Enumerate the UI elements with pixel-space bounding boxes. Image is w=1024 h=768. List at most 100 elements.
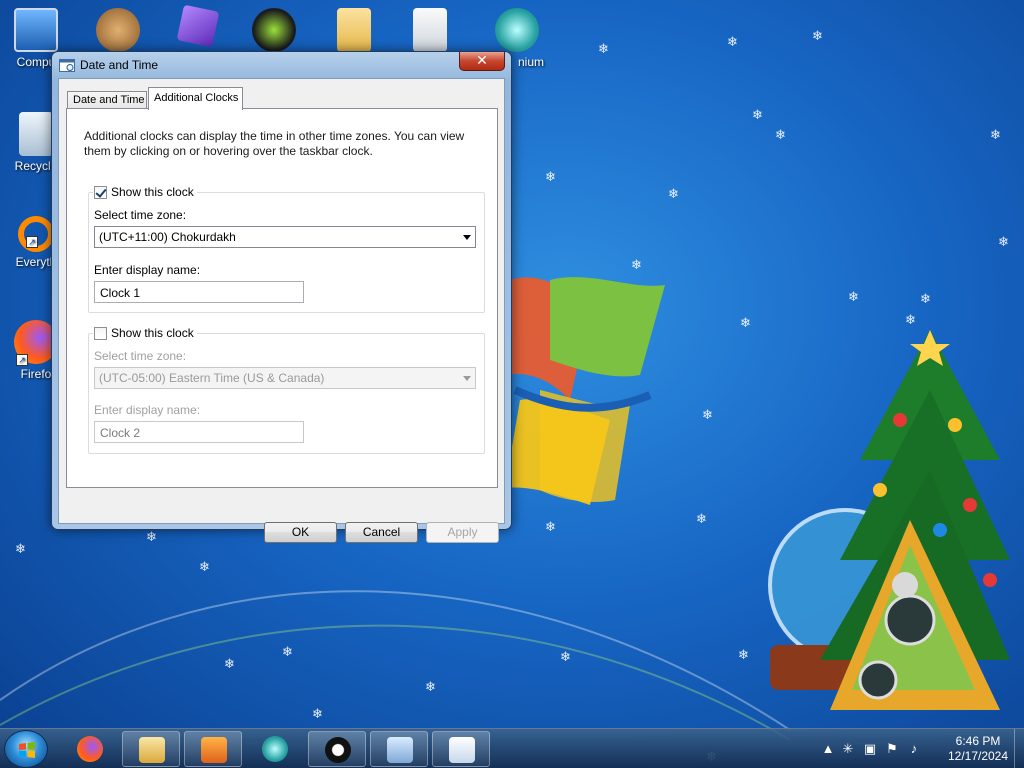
start-button[interactable] <box>4 730 48 768</box>
snowflake: ❄ <box>848 289 859 304</box>
desktop-icon-label: nium <box>517 55 544 69</box>
snowflake: ❄ <box>146 529 157 544</box>
snowflake: ❄ <box>631 257 642 272</box>
clock2-timezone-select[interactable]: (UTC-05:00) Eastern Time (US & Canada) <box>94 367 476 389</box>
clock-date: 12/17/2024 <box>947 749 1009 763</box>
snowflake: ❄ <box>990 127 1001 142</box>
clock1-timezone-select[interactable]: (UTC+11:00) Chokurdakh <box>94 226 476 248</box>
apply-button[interactable]: Apply <box>426 522 499 543</box>
taskbar-ble-tool[interactable] <box>308 731 366 767</box>
desktop-icon-settings[interactable] <box>398 4 462 55</box>
desktop-icon-game[interactable] <box>86 4 150 55</box>
clock2-timezone-label: Select time zone: <box>94 349 187 363</box>
date-time-icon <box>59 59 75 72</box>
calendar-clock-icon <box>449 737 475 763</box>
snowflake: ❄ <box>812 28 823 43</box>
snowflake: ❄ <box>15 541 26 556</box>
taskbar: ▲ ✳ ▣ ⚑ ♪ 6:46 PM 12/17/2024 <box>0 728 1024 768</box>
snowflake: ❄ <box>224 656 235 671</box>
taskbar-chromium[interactable] <box>246 731 304 767</box>
system-tray: ▲ ✳ ▣ ⚑ ♪ 6:46 PM 12/17/2024 <box>814 729 1024 768</box>
clock1-timezone-label: Select time zone: <box>94 208 187 222</box>
network-tray-icon[interactable]: ▣ <box>862 741 878 757</box>
taskbar-clock[interactable]: 6:46 PM 12/17/2024 <box>942 734 1014 764</box>
snowflake: ❄ <box>775 127 786 142</box>
taskbar-firefox[interactable] <box>61 731 119 767</box>
shortcut-arrow-icon: ↗ <box>26 236 38 248</box>
everything-search-icon: ↗ <box>18 216 54 252</box>
clock1-show-toggle[interactable]: Show this clock <box>93 185 197 199</box>
date-time-dialog: Date and Time ✕ Date and Time Additional… <box>51 51 512 543</box>
dialog-title: Date and Time <box>80 58 159 72</box>
clock-time: 6:46 PM <box>955 734 1001 748</box>
show-desktop-button[interactable] <box>1014 729 1024 768</box>
taskbar-media-player[interactable] <box>184 731 242 767</box>
snowflake: ❄ <box>727 34 738 49</box>
snowflake: ❄ <box>738 647 749 662</box>
folder-icon <box>337 8 371 52</box>
monkey-icon <box>96 8 140 52</box>
snowflake-tray-icon[interactable]: ✳ <box>840 741 856 757</box>
snowflake: ❄ <box>545 169 556 184</box>
snowflake: ❄ <box>752 107 763 122</box>
taskbar-network-tool[interactable] <box>370 731 428 767</box>
clock1-timezone-value: (UTC+11:00) Chokurdakh <box>99 230 236 244</box>
intro-text: Additional clocks can display the time i… <box>84 129 465 158</box>
desktop-icon-label: Firefo <box>20 367 52 381</box>
windows-logo-wallpaper <box>500 277 665 505</box>
tab-additional-clocks[interactable]: Additional Clocks <box>148 87 243 110</box>
folder-icon <box>139 737 165 763</box>
christmas-tree-wallpaper <box>768 330 1010 710</box>
computer-icon <box>14 8 58 52</box>
close-button[interactable]: ✕ <box>459 52 505 71</box>
desktop-icon-label: Compu <box>16 55 56 69</box>
clock2-checkbox[interactable] <box>94 326 107 340</box>
action-center-flag-icon[interactable]: ⚑ <box>884 741 900 757</box>
clock2-group: Show this clock Select time zone: (UTC-0… <box>88 326 485 454</box>
volume-icon[interactable]: ♪ <box>906 741 922 757</box>
clock1-name-label: Enter display name: <box>94 263 201 277</box>
snowflake: ❄ <box>696 511 707 526</box>
snowflake: ❄ <box>920 291 931 306</box>
clock2-name-input[interactable]: Clock 2 <box>94 421 304 443</box>
dropdown-arrow-icon <box>463 376 471 381</box>
clock1-checkbox[interactable] <box>94 185 107 199</box>
snowflake: ❄ <box>312 706 323 721</box>
snowflake: ❄ <box>740 315 751 330</box>
media-player-icon <box>201 737 227 763</box>
ok-button[interactable]: OK <box>264 522 337 543</box>
snowflake: ❄ <box>905 312 916 327</box>
clock2-name-label: Enter display name: <box>94 403 201 417</box>
clock2-show-toggle[interactable]: Show this clock <box>93 326 197 340</box>
desktop-icon-slimjet[interactable] <box>242 4 306 55</box>
chromium-icon <box>262 736 288 762</box>
ble-icon <box>325 737 351 763</box>
snowflake: ❄ <box>199 559 210 574</box>
taskbar-date-time[interactable] <box>432 731 490 767</box>
network-icon <box>387 737 413 763</box>
dialog-titlebar[interactable]: Date and Time ✕ <box>52 52 511 78</box>
desktop-icon-dice[interactable] <box>166 4 230 48</box>
dropdown-arrow-icon <box>463 235 471 240</box>
wallpaper-swoosh <box>0 590 791 740</box>
snowflake: ❄ <box>998 234 1009 249</box>
snowflake: ❄ <box>598 41 609 56</box>
snowflake: ❄ <box>560 649 571 664</box>
cancel-button[interactable]: Cancel <box>345 522 418 543</box>
slimjet-icon <box>252 8 296 52</box>
desktop-icon-folder[interactable] <box>322 4 386 55</box>
windows-flag-icon <box>19 742 35 758</box>
snowflake: ❄ <box>282 644 293 659</box>
taskbar-file-explorer[interactable] <box>122 731 180 767</box>
dialog-client: Date and Time Additional Clocks Addition… <box>58 78 505 543</box>
additional-clocks-panel: Additional clocks can display the time i… <box>66 108 498 488</box>
clock1-group: Show this clock Select time zone: (UTC+1… <box>88 185 485 313</box>
clock1-show-label: Show this clock <box>111 185 194 199</box>
show-hidden-icons-icon[interactable]: ▲ <box>820 741 836 757</box>
snowflake: ❄ <box>545 519 556 534</box>
snowflake: ❄ <box>425 679 436 694</box>
clock2-timezone-value: (UTC-05:00) Eastern Time (US & Canada) <box>99 371 325 385</box>
clock1-name-input[interactable]: Clock 1 <box>94 281 304 303</box>
clock2-show-label: Show this clock <box>111 326 194 340</box>
snowflake: ❄ <box>668 186 679 201</box>
